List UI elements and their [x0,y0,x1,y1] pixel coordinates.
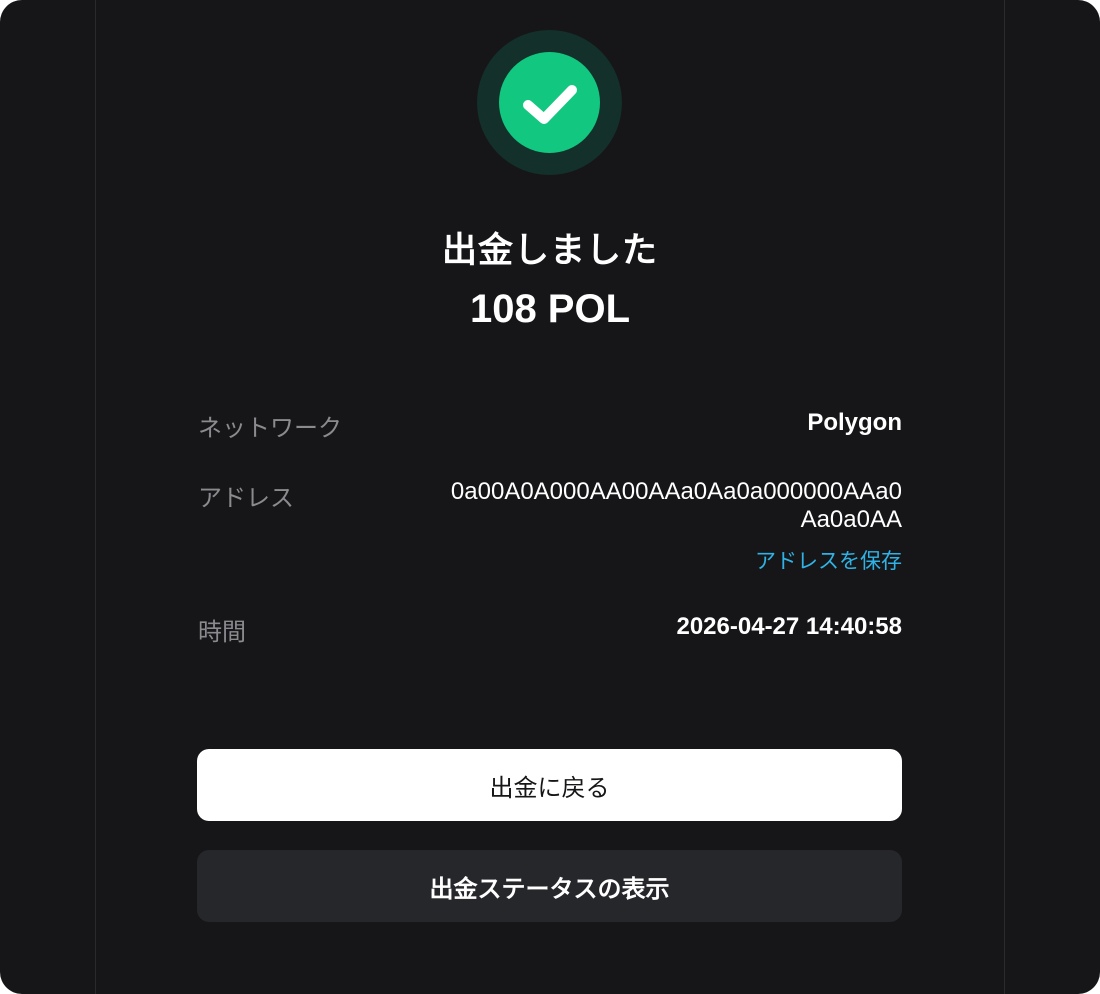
withdrawal-success-panel: 出金しました 108 POL ネットワーク Polygon アドレス 0a00A… [0,0,1100,994]
right-divider [1004,0,1005,994]
view-withdrawal-status-button[interactable]: 出金ステータスの表示 [197,850,902,922]
back-to-withdraw-label: 出金に戻る [489,773,610,802]
withdrawal-amount: 108 POL [469,287,631,331]
time-label: 時間 [198,618,246,646]
page-title: 出金しました [441,231,658,271]
checkmark-icon [523,85,577,124]
success-badge [477,30,622,175]
network-label: ネットワーク [198,414,342,442]
time-value: 2026-04-27 14:40:58 [676,613,902,640]
address-label: アドレス [198,484,294,512]
left-divider [95,0,96,994]
network-value: Polygon [807,409,902,436]
view-withdrawal-status-label: 出金ステータスの表示 [429,874,670,903]
check-circle-icon [499,52,600,153]
save-address-link[interactable]: アドレスを保存 [755,545,902,575]
back-to-withdraw-button[interactable]: 出金に戻る [197,749,902,821]
address-value: 0a00A0A000AA00AAa0Aa0a000000AAa0Aa0a0AA [450,478,902,533]
